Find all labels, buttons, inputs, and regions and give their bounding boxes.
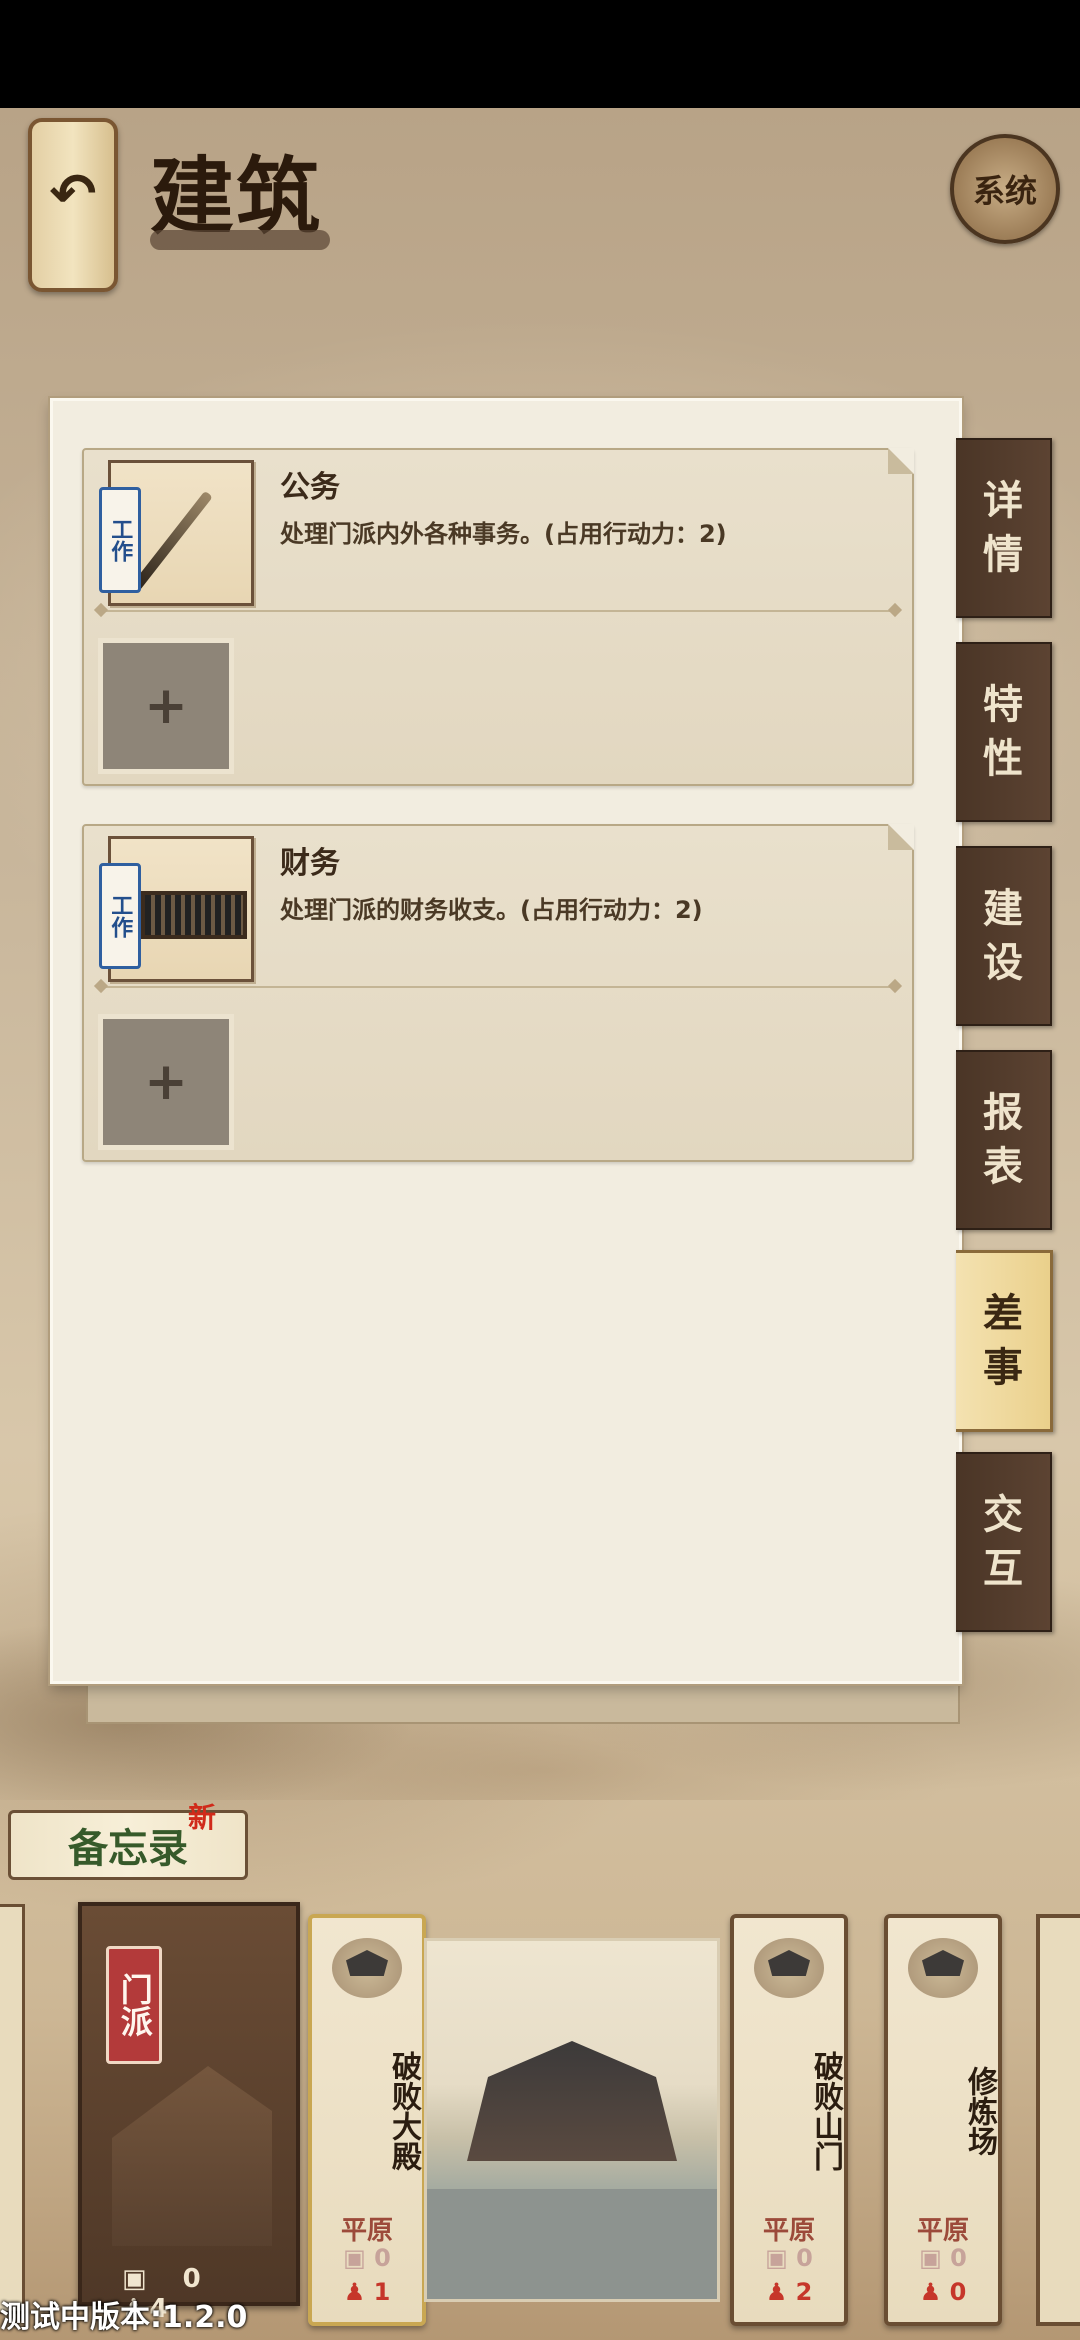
work-tag: 工作	[99, 863, 141, 969]
title-underline	[150, 230, 330, 250]
people-stat: ♟ 0	[888, 2278, 998, 2306]
task-title: 公务	[280, 470, 340, 505]
scroll-count: 0	[182, 2264, 201, 2294]
tab-report[interactable]: 报 表	[956, 1050, 1052, 1230]
abacus-icon	[141, 891, 247, 939]
tab-label: 详 情	[983, 477, 1023, 578]
building-name: 修炼场	[962, 2066, 997, 2156]
terrain-label: 平原	[340, 2216, 393, 2246]
building-name: 破败大殿	[386, 2051, 421, 2171]
task-icon-frame: 工作	[99, 836, 254, 982]
work-tag-label: 工作	[107, 518, 134, 562]
tab-label: 报 表	[983, 1089, 1023, 1190]
building-card[interactable]: 破败山门 平原 ▣ 0 ♟ 2	[730, 1914, 848, 2326]
version-label: 测试中版本:1.2.0	[0, 2300, 248, 2335]
brush-icon	[131, 490, 213, 592]
gate-icon	[754, 1938, 824, 1998]
sect-building-illustration	[112, 2066, 272, 2246]
plus-icon: +	[144, 676, 188, 736]
hall-icon	[332, 1938, 402, 1998]
tab-traits[interactable]: 特 性	[956, 642, 1052, 822]
corner-fold	[888, 824, 914, 850]
sect-card[interactable]: 门派 ▣ 0 ♟ 4	[78, 1902, 300, 2324]
task-card: 工作 财务 处理门派的财务收支。(占用行动力：2) +	[82, 824, 914, 1162]
building-name: 破败山门	[808, 2051, 843, 2171]
back-arrow-icon: ↶	[49, 162, 97, 227]
building-card[interactable]: 修炼场 平原 ▣ 0 ♟ 0	[884, 1914, 1002, 2326]
training-ground-icon	[908, 1938, 978, 1998]
system-button[interactable]: 系统	[950, 134, 1060, 244]
task-description: 处理门派的财务收支。(占用行动力：2)	[280, 896, 703, 924]
people-value: 1	[373, 2278, 391, 2306]
tab-label: 交 互	[983, 1491, 1023, 1592]
scroll-value: 0	[950, 2244, 967, 2272]
people-stat: ♟ 2	[734, 2278, 844, 2306]
add-disciple-slot[interactable]: +	[98, 1014, 234, 1150]
scroll-icon: ▣	[765, 2244, 797, 2272]
divider	[98, 610, 898, 612]
scroll-stat: ▣ 0	[888, 2244, 998, 2272]
scroll-icon: ▣	[343, 2244, 375, 2272]
card-partial-right[interactable]	[1036, 1914, 1080, 2326]
scroll-icon: ▣	[919, 2244, 951, 2272]
scroll-stat: ▣ 0	[734, 2244, 844, 2272]
tab-construction[interactable]: 建 设	[956, 846, 1052, 1026]
people-stat: ♟ 1	[312, 2278, 422, 2306]
person-icon: ♟	[765, 2278, 796, 2306]
task-description: 处理门派内外各种事务。(占用行动力：2)	[280, 520, 727, 548]
divider	[98, 986, 898, 988]
tab-details[interactable]: 详 情	[956, 438, 1052, 618]
building-illustration	[424, 1938, 720, 2302]
work-tag: 工作	[99, 487, 141, 593]
tab-label: 差 事	[983, 1290, 1023, 1391]
person-icon: ♟	[919, 2278, 950, 2306]
tab-label: 特 性	[983, 681, 1023, 782]
sect-tag: 门派	[106, 1946, 162, 2064]
scroll-stat: ▣ 0	[312, 2244, 422, 2272]
person-icon: ♟	[343, 2278, 374, 2306]
page-title-block: 建筑	[150, 130, 360, 250]
task-card: 工作 公务 处理门派内外各种事务。(占用行动力：2) +	[82, 448, 914, 786]
back-button[interactable]: ↶	[28, 118, 118, 292]
add-disciple-slot[interactable]: +	[98, 638, 234, 774]
sect-tag-label: 门派	[115, 1973, 154, 2037]
scroll-value: 0	[796, 2244, 813, 2272]
corner-fold	[888, 448, 914, 474]
people-value: 0	[949, 2278, 967, 2306]
task-title: 财务	[280, 846, 340, 881]
hall-illustration	[467, 2041, 677, 2161]
work-tag-label: 工作	[107, 894, 134, 938]
terrain-label: 平原	[916, 2216, 969, 2246]
terrain-label: 平原	[762, 2216, 815, 2246]
scroll-icon: ▣	[122, 2264, 147, 2294]
card-partial-left[interactable]	[0, 1904, 25, 2314]
tab-label: 建 设	[983, 885, 1023, 986]
plus-icon: +	[144, 1052, 188, 1112]
task-icon-frame: 工作	[99, 460, 254, 606]
new-badge: 新	[188, 1801, 217, 1834]
building-card-selected[interactable]: 破败大殿 平原 ▣ 0 ♟ 1	[308, 1914, 426, 2326]
pond-illustration	[427, 2189, 717, 2299]
scroll-value: 0	[374, 2244, 391, 2272]
tab-interaction[interactable]: 交 互	[956, 1452, 1052, 1632]
people-value: 2	[795, 2278, 813, 2306]
memo-label: 备忘录	[68, 1825, 188, 1872]
tab-assignments[interactable]: 差 事	[956, 1250, 1053, 1432]
